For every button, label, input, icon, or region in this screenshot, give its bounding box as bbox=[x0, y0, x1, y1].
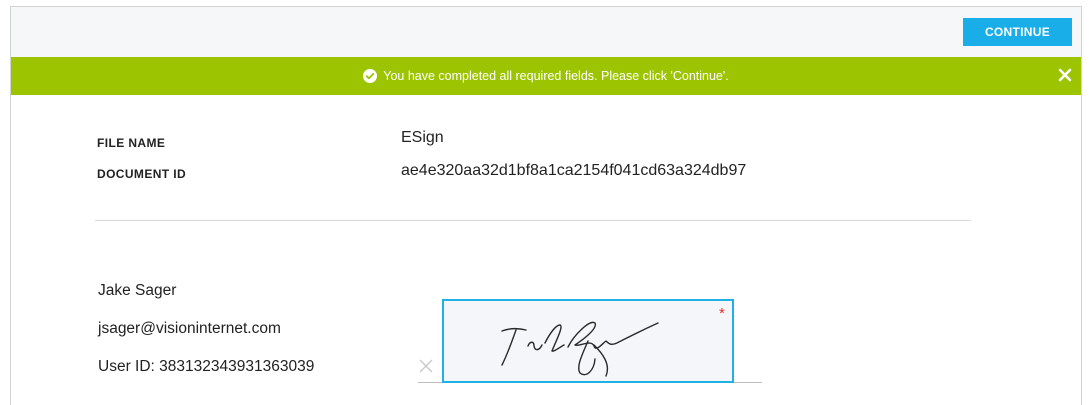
check-circle-icon bbox=[363, 68, 378, 83]
document-id-label: DOCUMENT ID bbox=[97, 167, 187, 181]
close-icon[interactable] bbox=[1057, 67, 1073, 83]
signer-user-id: User ID: 383132343931363039 bbox=[98, 358, 315, 375]
required-marker: * bbox=[719, 305, 725, 322]
banner-message: You have completed all required fields. … bbox=[11, 57, 1081, 95]
file-name-value: ESign bbox=[401, 129, 444, 146]
top-toolbar: CONTINUE bbox=[11, 7, 1081, 57]
continue-button[interactable]: CONTINUE bbox=[963, 18, 1072, 46]
esign-panel: CONTINUE You have completed all required… bbox=[10, 6, 1082, 405]
section-divider bbox=[95, 220, 971, 221]
file-name-label: FILE NAME bbox=[97, 136, 166, 150]
document-id-value: ae4e320aa32d1bf8a1ca2154f041cd63a324db97 bbox=[401, 162, 747, 179]
signature-image bbox=[501, 321, 659, 377]
signer-name: Jake Sager bbox=[98, 282, 177, 299]
clear-signature-icon[interactable] bbox=[418, 358, 434, 374]
signer-email: jsager@visioninternet.com bbox=[98, 320, 281, 337]
completion-banner: You have completed all required fields. … bbox=[11, 57, 1081, 95]
signature-field[interactable]: * bbox=[442, 299, 734, 383]
banner-text: You have completed all required fields. … bbox=[383, 69, 729, 83]
